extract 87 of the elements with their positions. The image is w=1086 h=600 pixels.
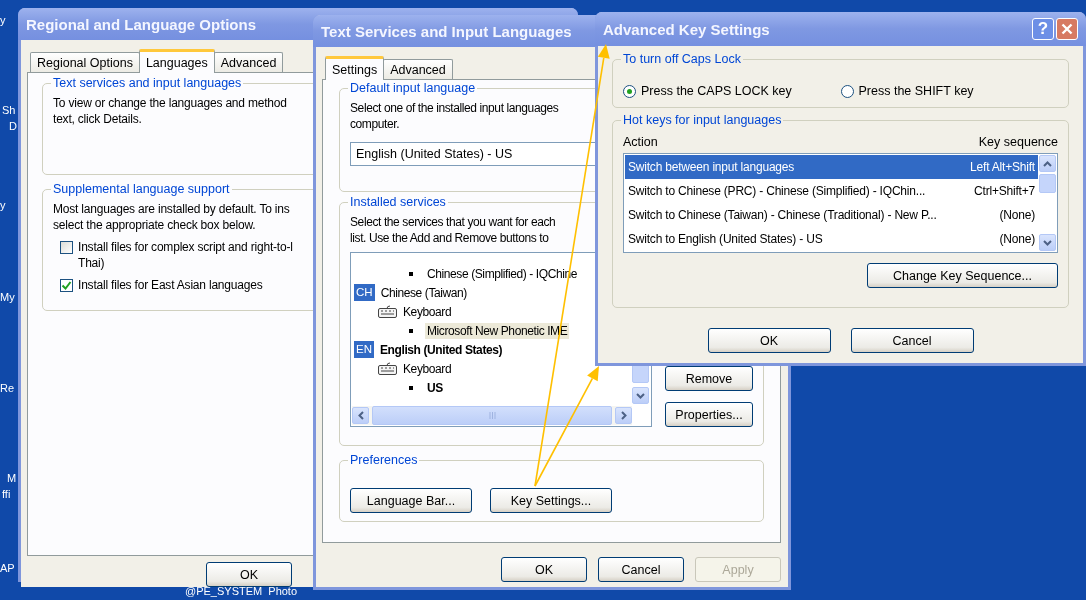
chevron-down-icon [636, 392, 645, 399]
description-text: Select the services that you want for each list. Use the Add and Remove buttons to [350, 214, 556, 246]
close-icon [1061, 23, 1073, 35]
action-text: Switch to Chinese (Taiwan) - Chinese (Traditional) - New P... [628, 208, 937, 222]
scroll-thumb[interactable] [1039, 174, 1056, 193]
button[interactable]: OK [206, 562, 292, 587]
description-text: Most languages are installed by default. To ins select the appropriate check box below. [53, 201, 290, 233]
scrollbar[interactable] [1039, 155, 1056, 251]
list-row[interactable]: Switch to English (United States) - US (None) [625, 227, 1038, 251]
chevron-left-icon [357, 411, 364, 420]
checkbox-label: Install files for complex script and right-to-l Thai) [78, 239, 293, 271]
desktop-icon-label[interactable]: Sh [2, 104, 16, 117]
window-title: Advanced Key Settings [603, 20, 770, 38]
scroll-down-button[interactable] [1039, 234, 1056, 251]
scroll-up-button[interactable] [1039, 155, 1056, 172]
keyboard-icon [378, 362, 397, 375]
group-label: To turn off Caps Lock [621, 51, 743, 67]
button[interactable]: Remove [665, 366, 753, 391]
desktop-icon-label[interactable]: Re [0, 382, 15, 395]
tab[interactable]: Languages [138, 49, 215, 73]
button[interactable]: Cancel [850, 328, 974, 353]
radio-label: Press the CAPS LOCK key [641, 84, 792, 98]
button[interactable]: Cancel [598, 557, 684, 582]
desktop-icon-label[interactable]: y [0, 14, 6, 27]
group-label: Default input language [348, 80, 478, 96]
key-sequence-text: (None) [999, 208, 1035, 222]
tab[interactable]: Advanced [213, 52, 284, 72]
key-sequence-text: Ctrl+Shift+7 [974, 184, 1035, 198]
tree-item[interactable]: English (United States) [378, 341, 505, 358]
close-button[interactable] [1056, 18, 1078, 40]
tab[interactable]: Settings [325, 56, 385, 80]
language-badge: CH [354, 284, 375, 301]
bullet-icon [409, 385, 413, 390]
desktop-icon-label[interactable]: @PE_SYSTEM Photo [185, 585, 298, 597]
window-title: Text Services and Input Languages [321, 22, 572, 40]
group-label: Text services and input languages [51, 75, 244, 91]
button[interactable]: Properties... [665, 402, 753, 427]
action-text: Switch to Chinese (PRC) - Chinese (Simplified) - IQChin... [628, 184, 926, 198]
key-sequence-text: (None) [999, 232, 1035, 246]
button[interactable]: Key Settings... [490, 488, 612, 513]
keyboard-icon [378, 305, 397, 318]
group-label: Supplemental language support [51, 181, 232, 197]
tree-item[interactable]: Keyboard [401, 360, 454, 377]
button[interactable]: OK [707, 328, 831, 353]
action-text: Switch to English (United States) - US [628, 232, 823, 246]
checkbox[interactable] [60, 279, 73, 292]
description-text: To view or change the languages and method text, click Details. [53, 95, 287, 127]
radio-button[interactable] [840, 84, 854, 98]
key-sequence-text: Left Alt+Shift [970, 160, 1035, 174]
action-text: Switch between input languages [628, 160, 795, 174]
scroll-down-button[interactable] [632, 387, 649, 404]
description-text: Select one of the installed input languages computer. [350, 100, 559, 132]
tab[interactable]: Advanced [383, 59, 453, 79]
button[interactable]: Language Bar... [350, 488, 472, 513]
chevron-up-icon [1043, 160, 1052, 167]
grip-icon [488, 412, 496, 419]
chevron-down-icon [1043, 239, 1052, 246]
column-header: Action [623, 135, 658, 149]
desktop-icon-label[interactable]: My [0, 291, 15, 304]
button[interactable]: OK [501, 557, 587, 582]
tree-item[interactable]: Keyboard [401, 303, 454, 320]
desktop-icon-label[interactable]: D [9, 120, 17, 133]
bullet-icon [409, 271, 413, 276]
window-title: Regional and Language Options [26, 15, 256, 33]
list-row[interactable]: Switch to Chinese (PRC) - Chinese (Simplified) - IQChin... Ctrl+Shift+7 [625, 179, 1038, 203]
scroll-left-button[interactable] [352, 407, 369, 424]
tree-item[interactable]: Chinese (Taiwan) [378, 284, 469, 301]
tab[interactable]: Regional Options [30, 52, 140, 72]
check-icon [61, 280, 72, 291]
radio-button[interactable] [623, 84, 636, 98]
checkbox[interactable] [60, 241, 73, 254]
list-row[interactable]: Switch to Chinese (Taiwan) - Chinese (Traditional) - New P... (None) [625, 203, 1038, 227]
bullet-icon [409, 328, 413, 333]
button[interactable]: Change Key Sequence... [867, 263, 1058, 288]
desktop-icon-label[interactable]: ffi [2, 488, 11, 501]
column-header: Key sequence [978, 135, 1058, 149]
desktop-icon-label[interactable]: M [7, 472, 17, 485]
group-label: Hot keys for input languages [621, 112, 784, 128]
radio-label: Press the SHIFT key [858, 84, 974, 98]
language-badge: EN [354, 341, 374, 358]
desktop-icon-label[interactable]: y [0, 199, 6, 212]
scroll-right-button[interactable] [615, 407, 632, 424]
chevron-right-icon [620, 411, 627, 420]
tree-item[interactable]: US [425, 379, 445, 396]
desktop-icon-label[interactable]: AP [0, 562, 15, 575]
list-row[interactable]: Switch between input languages Left Alt+Shift [625, 155, 1038, 179]
checkbox-label: Install files for East Asian languages [78, 277, 263, 293]
